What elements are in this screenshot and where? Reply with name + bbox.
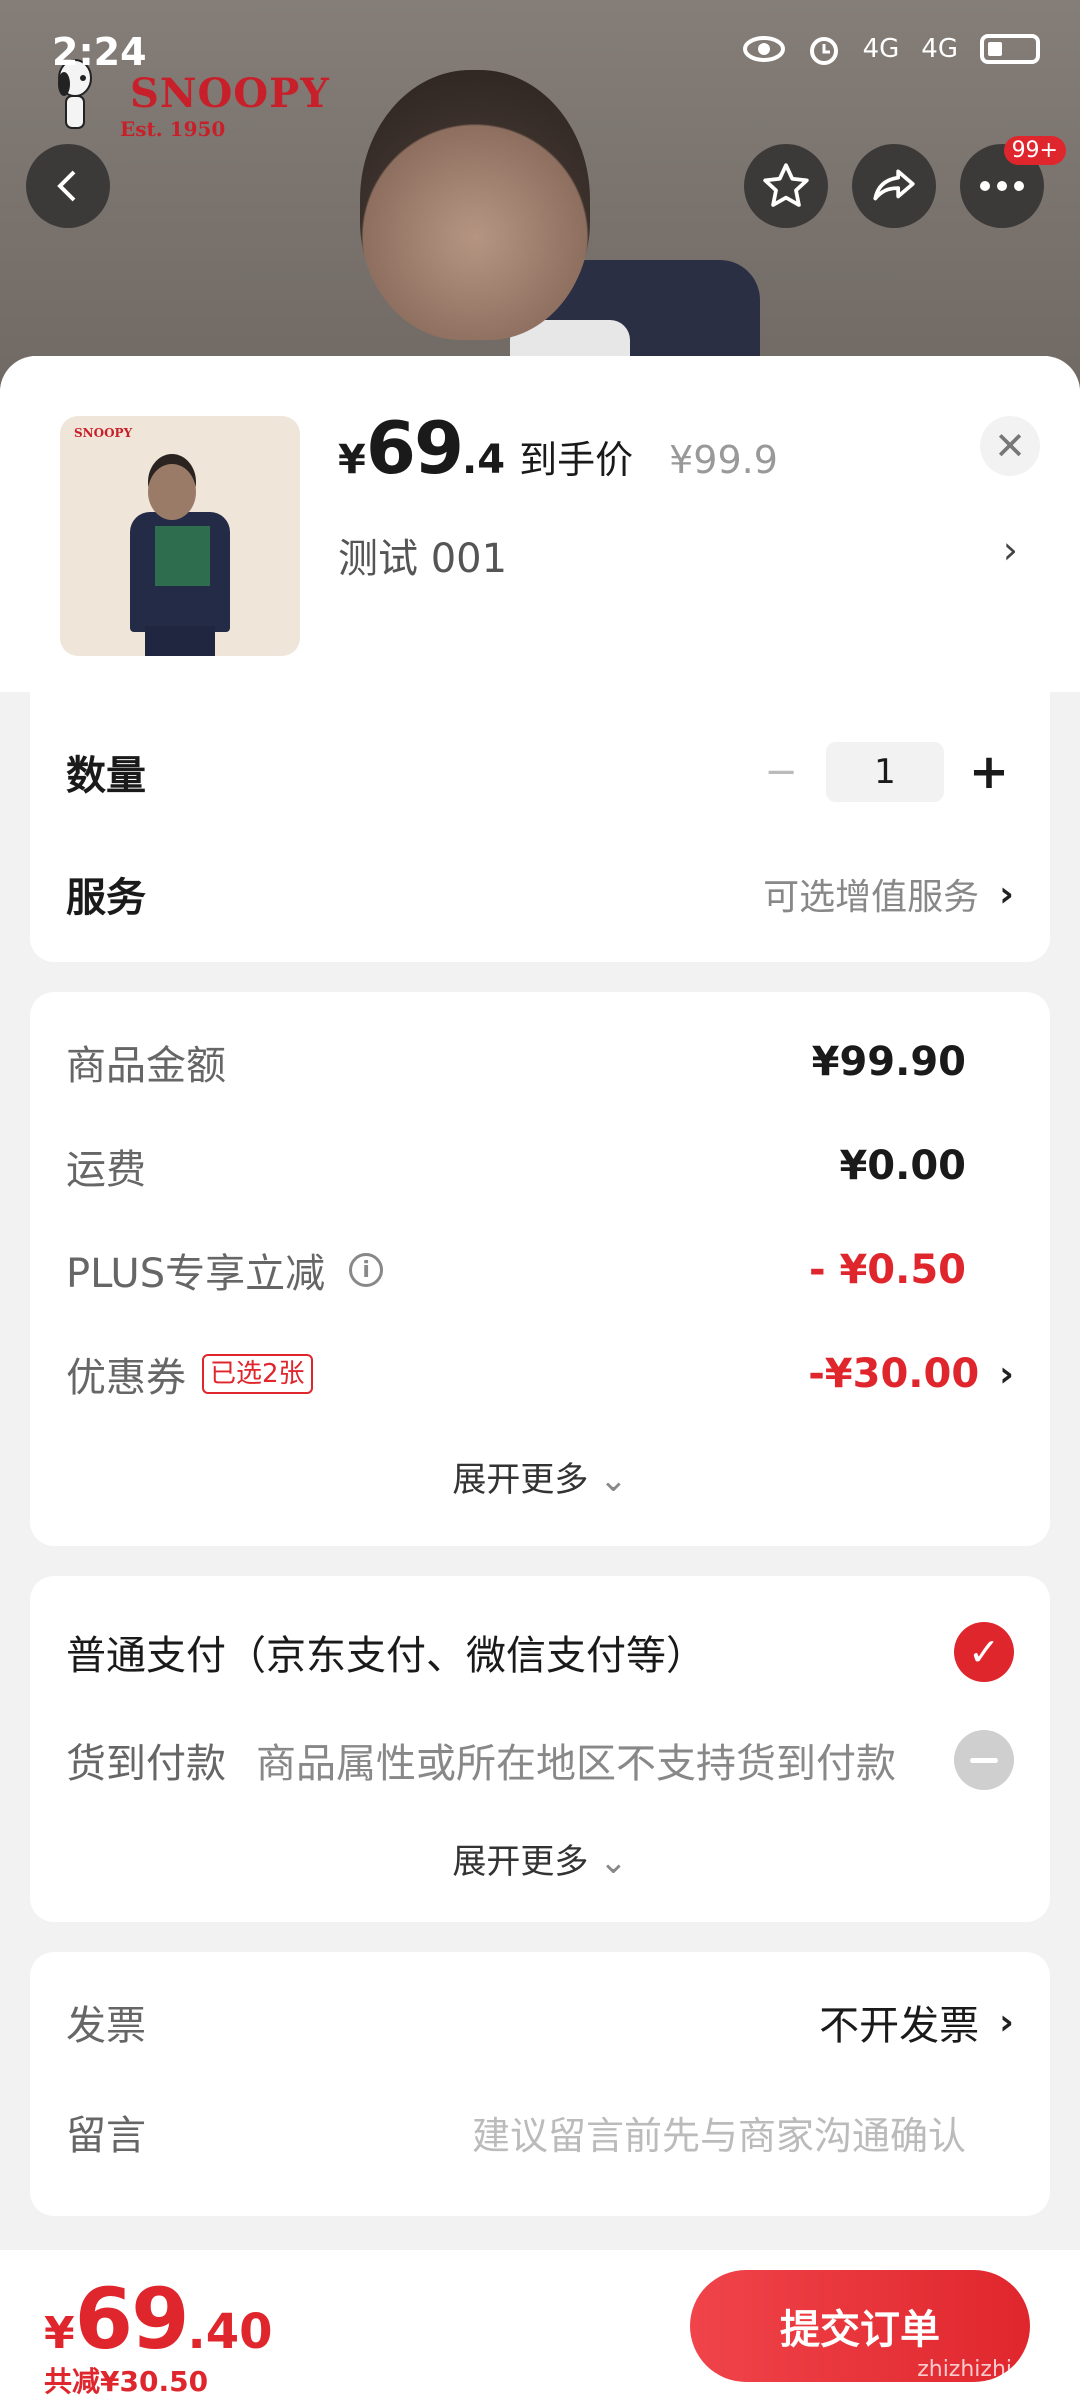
bottom-bar: ¥ 69 .40 共减¥30.50 提交订单 zhizhizhi.com — [0, 2250, 1080, 2400]
expand-more-label: 展开更多 — [452, 1460, 589, 1500]
coupon-label: 优惠券 — [66, 1355, 186, 1401]
product-thumbnail[interactable]: SNOOPY — [60, 416, 300, 656]
brand-name: SNOOPY — [130, 70, 330, 117]
plus-discount-label: PLUS专享立减 — [66, 1251, 326, 1297]
more-dots-icon — [980, 181, 1024, 191]
favorite-button[interactable] — [744, 144, 828, 228]
original-price: ¥99.9 — [669, 438, 778, 482]
thumbnail-pants — [145, 626, 215, 656]
close-button[interactable]: ✕ — [980, 416, 1040, 476]
price-row: ¥ 69 .4 到手价 ¥99.9 — [338, 406, 778, 490]
watermark: zhizhizhi.com — [917, 2357, 1066, 2382]
payment-expand-label: 展开更多 — [452, 1842, 589, 1882]
price-integer: 69 — [365, 406, 464, 490]
plus-discount-value: - ¥0.50 — [808, 1247, 966, 1293]
increment-button[interactable]: + — [964, 744, 1014, 800]
star-icon — [763, 163, 809, 207]
more-button[interactable]: 99+ — [960, 136, 1066, 228]
total-price: ¥ 69 .40 — [44, 2270, 273, 2368]
total-currency: ¥ — [44, 2308, 75, 2359]
service-row[interactable]: 服务 可选增值服务 › — [66, 854, 1014, 934]
submit-order-label: 提交订单 — [780, 2307, 940, 2353]
checkmark-icon[interactable]: ✓ — [954, 1622, 1014, 1682]
shipping-value: ¥0.00 — [839, 1143, 966, 1189]
note-input[interactable]: 建议留言前先与商家沟通确认 — [472, 2105, 966, 2160]
payment-cod-label: 货到付款 — [66, 1741, 226, 1787]
model-head — [360, 70, 590, 340]
total-decimal: .40 — [187, 2304, 273, 2360]
total-integer: 69 — [74, 2270, 190, 2368]
note-label: 留言 — [66, 2113, 146, 2159]
price-decimal: .4 — [462, 437, 506, 483]
thumbnail-brand: SNOOPY — [74, 426, 133, 440]
quantity-row: 数量 − 1 + — [66, 732, 1014, 812]
service-label: 服务 — [66, 875, 146, 921]
coupon-tag: 已选2张 — [202, 1354, 313, 1394]
signal-1-icon: 4G — [862, 34, 900, 64]
brand-logo: SNOOPY Est. 1950 — [60, 70, 330, 141]
brand-sub: Est. 1950 — [120, 117, 226, 141]
signal-2-icon: 4G — [921, 34, 958, 64]
chevron-down-icon: ⌄ — [599, 1460, 628, 1500]
payment-normal-row[interactable]: 普通支付（京东支付、微信支付等） ✓ — [66, 1612, 1014, 1692]
thumbnail-panel — [155, 526, 210, 586]
total-saved: 共减¥30.50 — [44, 2365, 209, 2398]
quantity-stepper: − 1 + — [756, 742, 1014, 802]
eye-icon — [742, 36, 785, 62]
status-time: 2:24 — [52, 30, 147, 74]
battery-icon — [980, 34, 1040, 64]
payment-expand-button[interactable]: 展开更多 ⌄ — [30, 1834, 1050, 1883]
shipping-label: 运费 — [66, 1147, 146, 1193]
expand-more-button[interactable]: 展开更多 ⌄ — [30, 1452, 1050, 1501]
plus-discount-row: PLUS专享立减 i - ¥0.50 — [66, 1230, 1014, 1310]
decrement-button[interactable]: − — [756, 749, 806, 795]
disabled-icon — [954, 1730, 1014, 1790]
back-button[interactable] — [26, 144, 110, 228]
product-summary: SNOOPY ¥ 69 .4 到手价 ¥99.9 ✕ 测试 001 › — [0, 356, 1080, 692]
price-currency: ¥ — [338, 437, 366, 483]
info-icon[interactable]: i — [349, 1253, 384, 1287]
payment-card: 普通支付（京东支付、微信支付等） ✓ 货到付款 商品属性或所在地区不支持货到付款… — [30, 1576, 1050, 1922]
service-value: 可选增值服务 — [763, 877, 980, 918]
close-icon: ✕ — [994, 424, 1026, 468]
thumbnail-head — [148, 464, 196, 520]
invoice-row[interactable]: 发票 不开发票 › — [66, 1982, 1014, 2062]
goods-amount-row: 商品金额 ¥99.90 — [66, 1022, 1014, 1102]
order-sheet: SNOOPY ¥ 69 .4 到手价 ¥99.9 ✕ 测试 001 › 数量 −… — [0, 356, 1080, 2400]
payment-cod-row: 货到付款 商品属性或所在地区不支持货到付款 — [66, 1720, 1014, 1800]
payment-normal-label: 普通支付（京东支付、微信支付等） — [66, 1633, 706, 1679]
share-icon — [873, 169, 915, 201]
goods-amount-value: ¥99.90 — [811, 1039, 966, 1085]
chevron-right-icon: › — [999, 1353, 1014, 1395]
invoice-value: 不开发票 — [819, 2003, 980, 2049]
price-label: 到手价 — [519, 438, 634, 482]
shipping-row: 运费 ¥0.00 — [66, 1126, 1014, 1206]
chevron-left-icon — [57, 170, 76, 202]
coupon-value: -¥30.00 — [808, 1351, 980, 1397]
note-row: 留言 建议留言前先与商家沟通确认 — [66, 2092, 1014, 2172]
chevron-down-icon: ⌄ — [599, 1842, 628, 1882]
quantity-label: 数量 — [66, 753, 146, 799]
quantity-service-card: 数量 − 1 + 服务 可选增值服务 › — [30, 692, 1050, 962]
chevron-right-icon: › — [999, 873, 1014, 915]
chevron-right-icon[interactable]: › — [1003, 528, 1018, 572]
more-badge: 99+ — [1003, 136, 1066, 165]
alarm-icon — [809, 37, 838, 65]
payment-cod-note: 商品属性或所在地区不支持货到付款 — [256, 1741, 896, 1787]
share-button[interactable] — [852, 144, 936, 228]
product-spec[interactable]: 测试 001 — [338, 526, 507, 584]
status-icons: 4G 4G — [742, 32, 1040, 66]
goods-amount-label: 商品金额 — [66, 1043, 226, 1089]
chevron-right-icon: › — [999, 2001, 1014, 2043]
coupon-row[interactable]: 优惠券 已选2张 -¥30.00 › — [66, 1334, 1014, 1414]
quantity-input[interactable]: 1 — [826, 742, 944, 802]
amount-card: 商品金额 ¥99.90 运费 ¥0.00 PLUS专享立减 i - ¥0.50 … — [30, 992, 1050, 1546]
invoice-label: 发票 — [66, 2003, 146, 2049]
invoice-note-card: 发票 不开发票 › 留言 建议留言前先与商家沟通确认 — [30, 1952, 1050, 2216]
